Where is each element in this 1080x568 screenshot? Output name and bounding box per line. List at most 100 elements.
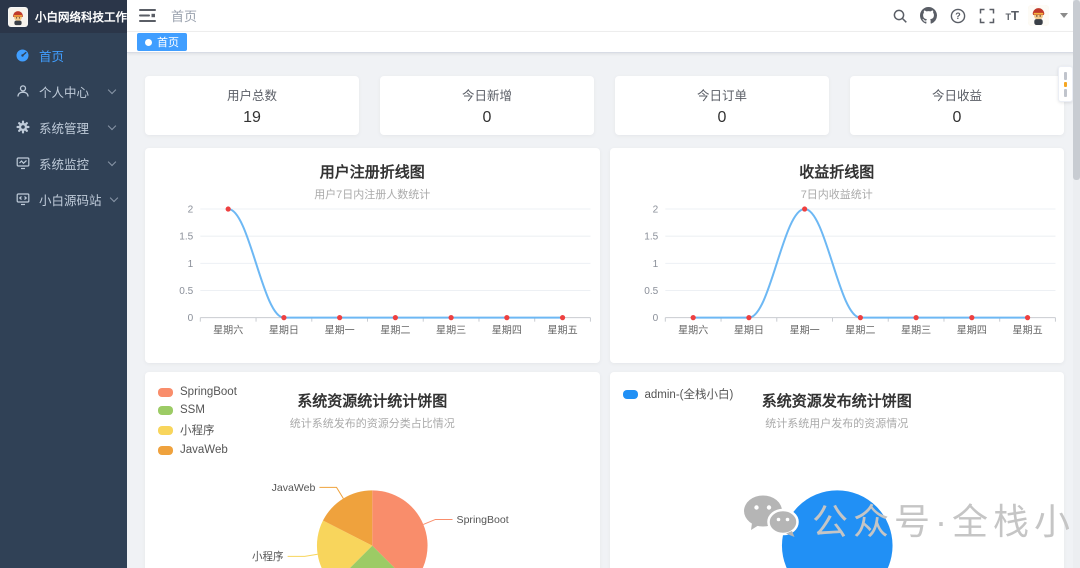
svg-text:1: 1 <box>188 259 194 270</box>
caret-down-icon[interactable] <box>1060 13 1068 18</box>
svg-text:小程序: 小程序 <box>252 550 284 563</box>
content: 用户总数 19 今日新增 0 今日订单 0 今日收益 0 用户注册折线图 用户7… <box>127 53 1080 568</box>
fullscreen-icon[interactable] <box>977 6 997 26</box>
mascot-avatar-icon <box>9 7 27 26</box>
legend-label: JavaWeb <box>180 444 228 456</box>
avatar[interactable] <box>1028 5 1049 26</box>
dashboard-icon <box>15 48 30 63</box>
sidebar-item-label: 系统管理 <box>39 121 90 136</box>
search-icon[interactable] <box>890 6 910 26</box>
svg-text:星期六: 星期六 <box>678 325 708 337</box>
logo[interactable]: 小白网络科技工作室 <box>0 0 139 33</box>
sidebar-item-label: 个人中心 <box>39 85 90 100</box>
line-charts-row: 用户注册折线图 用户7日内注册人数统计 0 0.5 1 1.5 2 星期六 星期日 星期一 星期… <box>145 148 1064 363</box>
legend-swatch <box>158 387 173 397</box>
app-root: 小白网络科技工作室 首页 个人中心 系统管理 系统监控 小白源码站 首页 ? T… <box>0 0 1080 568</box>
legend-label: SSM <box>180 404 205 416</box>
stat-label: 用户总数 <box>226 88 277 103</box>
sidebar-item-home[interactable]: 首页 <box>0 37 127 73</box>
sidebar-item-profile[interactable]: 个人中心 <box>0 73 127 109</box>
font-size-icon[interactable]: TT <box>1006 9 1019 22</box>
svg-text:星期二: 星期二 <box>845 325 875 337</box>
pie-legend: admin-(全栈小白) <box>622 386 734 402</box>
chart-title: 收益折线图 <box>799 164 875 181</box>
gear-icon <box>15 120 30 135</box>
stat-value: 19 <box>243 108 261 126</box>
stat-value: 0 <box>952 108 962 126</box>
user-icon <box>15 84 30 99</box>
stat-label: 今日收益 <box>931 88 982 103</box>
resource-publish-pie-chart: admin-(全栈小白) <box>610 431 1065 568</box>
github-icon[interactable] <box>919 6 939 26</box>
svg-text:星期三: 星期三 <box>901 325 931 337</box>
help-icon[interactable]: ? <box>948 6 968 26</box>
svg-text:1: 1 <box>652 259 658 270</box>
sidebar-item-system-admin[interactable]: 系统管理 <box>0 109 127 145</box>
svg-text:星期日: 星期日 <box>733 325 763 337</box>
stats-row: 用户总数 19 今日新增 0 今日订单 0 今日收益 0 <box>145 76 1064 135</box>
legend-item[interactable]: admin-(全栈小白) <box>622 386 734 402</box>
svg-text:JavaWeb: JavaWeb <box>272 482 316 494</box>
svg-text:0: 0 <box>652 313 658 324</box>
sidebar-item-label: 系统监控 <box>39 157 90 172</box>
stat-card-total-users: 用户总数 19 <box>145 76 359 135</box>
monitor-code-icon <box>15 192 30 207</box>
svg-text:?: ? <box>955 11 961 21</box>
scrollbar-thumb[interactable] <box>1073 0 1080 180</box>
svg-text:星期五: 星期五 <box>1012 325 1042 337</box>
floating-widget[interactable] <box>1058 66 1073 102</box>
svg-text:星期四: 星期四 <box>956 325 986 337</box>
sidebar-item-label: 首页 <box>39 49 65 64</box>
tags-bar: 首页 <box>127 32 1080 53</box>
svg-text:2: 2 <box>188 205 194 216</box>
resource-stats-pie-card: SpringBoot SSM 小程序 JavaWeb 系统资源统计统计饼图 统计系统发… <box>145 372 600 568</box>
tag-home[interactable]: 首页 <box>137 33 187 51</box>
stat-card-new-today: 今日新增 0 <box>380 76 594 135</box>
resource-publish-pie-card: admin-(全栈小白) 系统资源发布统计饼图 统计系统用户发布的资源情况 ad… <box>609 372 1065 568</box>
chart-subtitle: 用户7日内注册人数统计 <box>314 189 431 201</box>
pie-legend: SpringBoot SSM 小程序 JavaWeb <box>158 386 237 456</box>
chart-title: 用户注册折线图 <box>319 164 425 181</box>
tag-active-dot <box>145 38 152 46</box>
chevron-down-icon <box>107 85 117 94</box>
legend-item[interactable]: JavaWeb <box>158 444 237 456</box>
tag-label: 首页 <box>157 37 179 49</box>
legend-item[interactable]: SpringBoot <box>158 386 237 398</box>
svg-text:1.5: 1.5 <box>179 232 193 243</box>
legend-label: 小程序 <box>180 425 215 437</box>
svg-text:1.5: 1.5 <box>644 232 658 243</box>
breadcrumb[interactable]: 首页 <box>171 6 197 25</box>
user-register-line-chart-card: 用户注册折线图 用户7日内注册人数统计 0 0.5 1 1.5 2 星期六 星期日 星期一 星期… <box>145 148 600 363</box>
stat-label: 今日新增 <box>461 88 512 103</box>
svg-text:0.5: 0.5 <box>644 286 658 297</box>
chart-subtitle: 7日内收益统计 <box>800 189 873 201</box>
legend-swatch <box>158 445 173 455</box>
sidebar-item-system-monitor[interactable]: 系统监控 <box>0 145 127 181</box>
svg-text:星期四: 星期四 <box>492 325 522 337</box>
svg-text:星期一: 星期一 <box>325 325 355 337</box>
svg-text:0.5: 0.5 <box>179 286 193 297</box>
pie-charts-row: SpringBoot SSM 小程序 JavaWeb 系统资源统计统计饼图 统计系统发… <box>145 372 1064 568</box>
main-area: 首页 ? TT 首页 用户总数 19 今日新增 0 今日订单 0 今日收益 0 … <box>127 0 1080 568</box>
revenue-line-chart: 0 0.5 1 1.5 2 星期六 星期日 星期一 星期二 星期三 星期四 星期五 <box>610 202 1065 355</box>
svg-text:星期六: 星期六 <box>213 325 243 337</box>
topbar: 首页 ? TT <box>127 0 1080 32</box>
widget-bar <box>1064 88 1067 97</box>
legend-item[interactable]: SSM <box>158 404 237 416</box>
chart-subtitle: 统计系统用户发布的资源情况 <box>765 418 909 430</box>
svg-text:2: 2 <box>652 205 658 216</box>
revenue-line-chart-card: 收益折线图 7日内收益统计 0 0.5 1 1.5 2 星期六 星期日 星期一 星期二 星期三 星期… <box>609 148 1065 363</box>
stat-value: 0 <box>482 108 492 126</box>
logo-image <box>8 6 28 27</box>
stat-card-orders-today: 今日订单 0 <box>615 76 829 135</box>
legend-label: admin-(全栈小白) <box>644 389 734 401</box>
legend-item[interactable]: 小程序 <box>158 422 237 438</box>
user-register-line-chart: 0 0.5 1 1.5 2 星期六 星期日 星期一 星期二 星期三 星期四 星期五 <box>145 202 600 355</box>
menu-collapse-icon[interactable] <box>139 8 157 24</box>
chevron-down-icon <box>107 157 117 166</box>
legend-swatch <box>622 389 638 399</box>
svg-text:星期五: 星期五 <box>547 325 577 337</box>
legend-swatch <box>158 425 173 435</box>
widget-bar <box>1064 71 1067 80</box>
sidebar-item-source-site[interactable]: 小白源码站 <box>0 181 127 217</box>
